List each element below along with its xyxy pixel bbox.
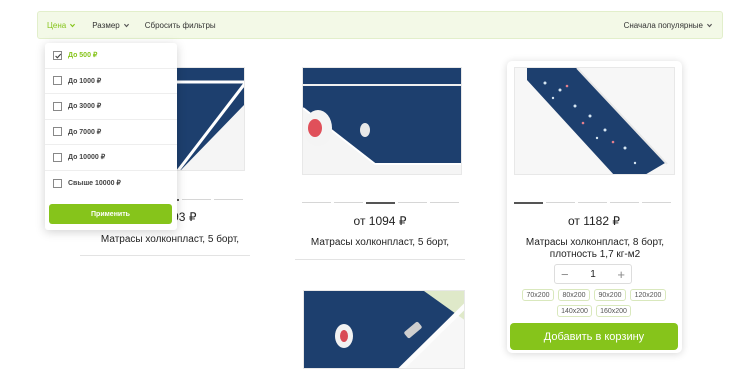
product-title-line: Матрасы холконпласт, 8 борт, <box>525 237 665 248</box>
price-option[interactable]: До 500 ₽ <box>45 43 177 69</box>
pager-dot[interactable] <box>366 202 395 204</box>
size-option[interactable]: 120x200 <box>630 289 666 301</box>
image-pager <box>514 202 671 204</box>
product-image[interactable] <box>514 67 675 175</box>
product-title[interactable]: Матрасы холконпласт, 8 борт, плотность 1… <box>510 237 680 261</box>
mattress-image <box>515 68 674 174</box>
filter-size[interactable]: Размер <box>92 21 130 30</box>
checkbox[interactable] <box>53 50 62 60</box>
price-option-label: До 10000 ₽ <box>68 154 106 162</box>
price-option[interactable]: Свыше 10000 ₽ <box>45 171 177 197</box>
price-option[interactable]: До 7000 ₽ <box>45 120 177 145</box>
chevron-down-icon <box>70 23 76 27</box>
product-price: от 1094 ₽ <box>353 214 407 228</box>
reset-filters-label: Сбросить фильтры <box>144 20 216 30</box>
quantity-value[interactable]: 1 <box>590 269 596 280</box>
price-option[interactable]: До 10000 ₽ <box>45 145 177 171</box>
checkbox[interactable] <box>53 152 62 162</box>
pager-dot[interactable] <box>214 199 243 200</box>
product-title-line: плотность 1,7 кг-м2 <box>549 249 641 260</box>
checkbox[interactable] <box>53 127 62 137</box>
pager-dot[interactable] <box>546 202 575 203</box>
product-price: от 1182 ₽ <box>567 214 620 228</box>
filter-size-label: Размер <box>92 20 120 30</box>
product-image[interactable] <box>303 290 465 369</box>
checkbox[interactable] <box>53 101 62 111</box>
pager-dot[interactable] <box>334 202 363 203</box>
image-pager <box>302 202 459 204</box>
size-option[interactable]: 160x200 <box>596 305 631 317</box>
add-to-cart-button[interactable]: Добавить в корзину <box>510 323 678 350</box>
pager-dot[interactable] <box>302 202 331 203</box>
product-title[interactable]: Матрасы холконпласт, 5 борт, <box>295 237 465 249</box>
divider <box>80 255 250 256</box>
size-option[interactable]: 140x200 <box>557 305 592 317</box>
price-option-label: До 3000 ₽ <box>68 103 102 111</box>
price-option-label: До 500 ₽ <box>68 52 98 60</box>
check-icon <box>55 53 62 59</box>
checkbox[interactable] <box>53 76 62 86</box>
size-option[interactable]: 80x200 <box>558 289 590 301</box>
price-option-label: Свыше 10000 ₽ <box>68 180 121 188</box>
pager-dot[interactable] <box>578 202 607 203</box>
mattress-image <box>303 68 461 174</box>
checkbox[interactable] <box>53 178 62 188</box>
mattress-image <box>304 291 464 368</box>
apply-button[interactable]: Применить <box>49 204 172 224</box>
pager-dot[interactable] <box>182 199 211 200</box>
filter-bar: Цена Размер Сбросить фильтры Сначала поп… <box>37 11 723 39</box>
divider <box>295 259 465 260</box>
size-option[interactable]: 70x200 <box>522 289 554 301</box>
pager-dot[interactable] <box>398 202 427 203</box>
pager-dot[interactable] <box>430 202 459 203</box>
chevron-down-icon <box>123 23 129 27</box>
quantity-stepper[interactable]: − 1 + <box>554 264 632 284</box>
minus-icon[interactable]: − <box>561 268 569 281</box>
plus-icon[interactable]: + <box>617 268 625 281</box>
price-filter-dropdown: До 500 ₽ До 1000 ₽ До 3000 ₽ До 7000 ₽ Д… <box>45 43 177 230</box>
price-option[interactable]: До 1000 ₽ <box>45 69 177 94</box>
price-option-label: До 1000 ₽ <box>68 77 102 85</box>
sort-dropdown[interactable]: Сначала популярные <box>624 21 713 30</box>
pager-dot[interactable] <box>610 202 639 203</box>
product-image[interactable] <box>302 67 462 175</box>
sort-label: Сначала популярные <box>623 20 703 30</box>
filter-price-label: Цена <box>47 20 67 30</box>
pager-dot[interactable] <box>514 202 543 204</box>
pager-dot[interactable] <box>642 202 671 203</box>
price-option[interactable]: До 3000 ₽ <box>45 94 177 120</box>
chevron-down-icon <box>706 23 713 27</box>
size-option[interactable]: 90x200 <box>594 289 626 301</box>
product-title[interactable]: Матрасы холконпласт, 5 борт, <box>85 234 255 246</box>
price-option-label: До 7000 ₽ <box>68 128 102 136</box>
reset-filters-link[interactable]: Сбросить фильтры <box>145 21 216 30</box>
filter-price[interactable]: Цена <box>47 21 76 30</box>
